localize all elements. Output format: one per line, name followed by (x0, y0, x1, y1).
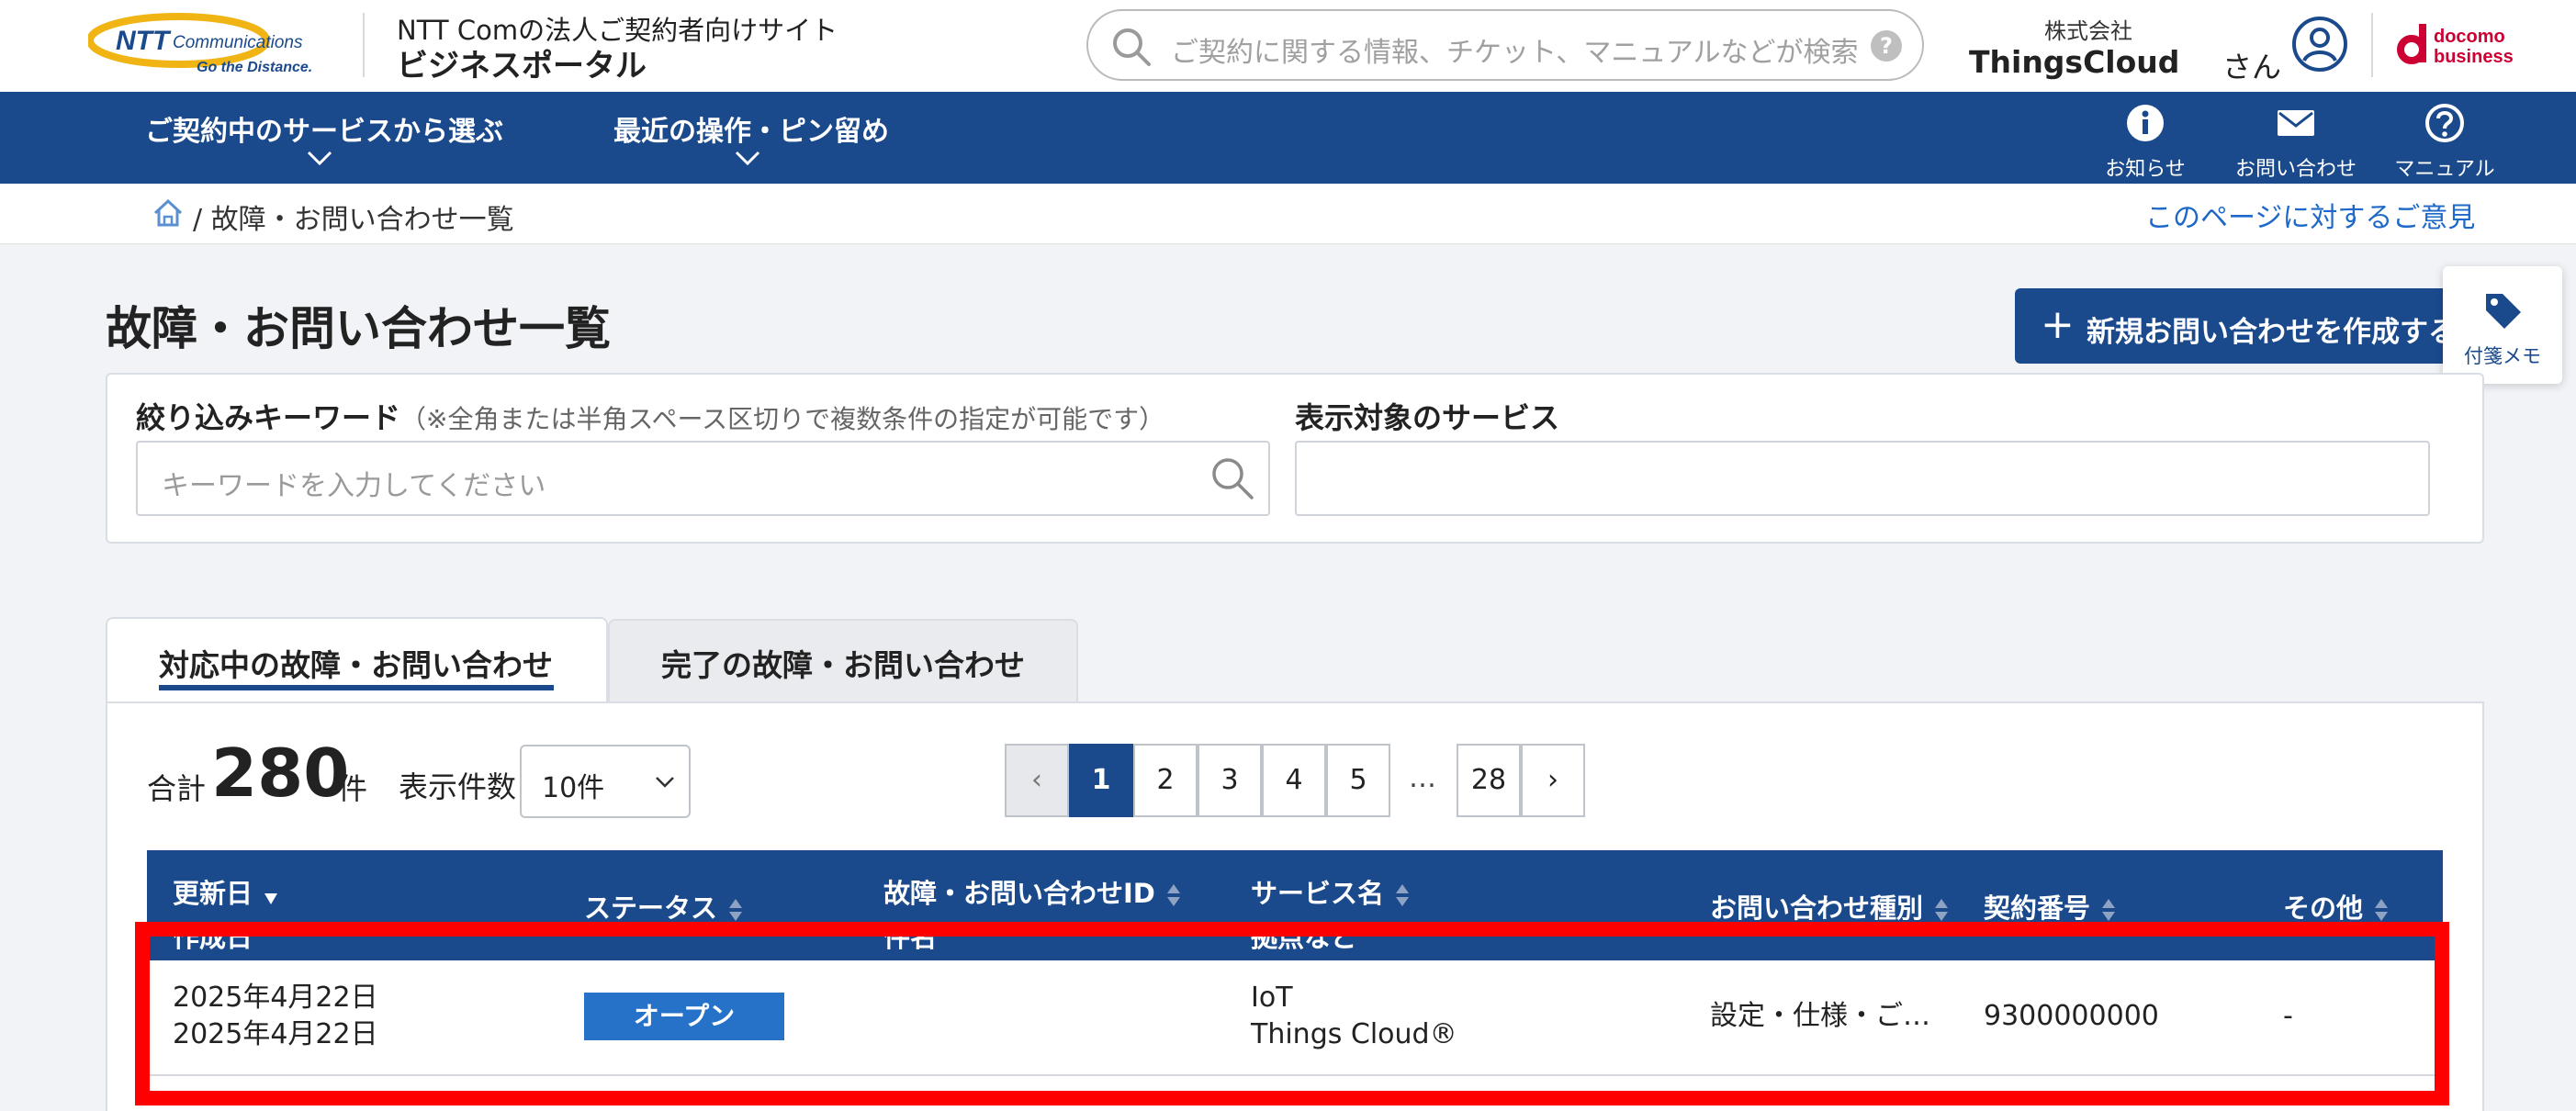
sort-icon[interactable] (2101, 897, 2116, 923)
total-count: 280 (211, 735, 350, 812)
column-header-location: 拠点など (1251, 922, 1358, 953)
search-icon[interactable] (1208, 454, 1257, 503)
nav-recent-pinned[interactable]: 最近の操作・ピン留め (613, 108, 889, 149)
sort-icon[interactable] (2374, 897, 2389, 923)
nav-contact[interactable]: お問い合わせ (2232, 103, 2360, 182)
column-header-contract-number[interactable]: 契約番号 (1984, 887, 2116, 926)
help-icon (2425, 104, 2464, 142)
sort-icon[interactable] (728, 897, 743, 923)
sticky-memo-button[interactable]: 付箋メモ (2443, 266, 2562, 384)
column-header-status[interactable]: ステータス (584, 887, 743, 926)
company-name: ThingsCloud (1969, 44, 2180, 80)
sort-desc-icon[interactable] (264, 882, 278, 908)
sort-icon[interactable] (1166, 882, 1181, 908)
pagination-prev-button[interactable]: ‹ (1005, 744, 1069, 817)
column-header-service[interactable]: サービス名 拠点など (1251, 872, 1410, 955)
keyword-filter-label: 絞り込みキーワード（※全角または半角スペース区切りで複数条件の指定が可能です） (136, 400, 1165, 435)
tab-open-inquiries[interactable]: 対応中の故障・お問い合わせ (106, 617, 608, 703)
company-type: 株式会社 (2044, 18, 2132, 44)
home-icon[interactable] (152, 196, 185, 230)
service-select[interactable] (1295, 441, 2430, 516)
breadcrumb-current: / 故障・お問い合わせ一覧 (193, 196, 514, 237)
nav-manual-label: マニュアル (2394, 158, 2495, 181)
chevron-down-icon[interactable] (735, 149, 760, 167)
keyword-input[interactable]: キーワードを入力してください (136, 441, 1270, 516)
chevron-down-icon[interactable] (307, 149, 332, 167)
nav-manual[interactable]: マニュアル (2380, 103, 2509, 182)
search-placeholder: ご契約に関する情報、チケット、マニュアルなどが検索 (1171, 37, 1859, 69)
header-divider (2371, 13, 2373, 77)
logo-divider (363, 13, 365, 77)
column-header-subject: 件名 (883, 922, 938, 953)
sort-icon[interactable] (1395, 882, 1410, 908)
row-created-date: 2025年4月22日 (173, 1018, 378, 1050)
pagination-page-1[interactable]: 1 (1069, 744, 1133, 817)
page-title: 故障・お問い合わせ一覧 (106, 302, 611, 355)
column-header-other[interactable]: その他 (2283, 887, 2389, 926)
row-service-product: Things Cloud® (1251, 1018, 1457, 1050)
global-search-input[interactable]: ご契約に関する情報、チケット、マニュアルなどが検索 ? (1086, 9, 1924, 81)
sort-icon[interactable] (1934, 897, 1949, 923)
page-feedback-link[interactable]: このページに対するご意見 (2145, 195, 2475, 235)
tag-icon (2486, 294, 2521, 329)
svg-text:docomo: docomo (2434, 27, 2505, 47)
row-inquiry-type: 設定・仕様・ご… (1710, 1000, 1930, 1032)
mail-icon (2278, 110, 2314, 136)
svg-text:NTT: NTT (116, 26, 172, 56)
pagination-page-3[interactable]: 3 (1198, 744, 1262, 817)
per-page-label: 表示件数 (399, 769, 517, 804)
ntt-communications-logo[interactable]: NTT Communications Go the Distance. (88, 13, 336, 81)
chevron-down-icon (656, 777, 674, 788)
svg-text:business: business (2434, 47, 2514, 67)
info-icon (2127, 105, 2164, 141)
breadcrumb-current-label: 故障・お問い合わせ一覧 (210, 204, 514, 236)
breadcrumb-separator: / (193, 204, 203, 236)
active-tab-underline (159, 685, 554, 690)
row-service-name: IoT (1251, 982, 1293, 1014)
total-label: 合計 (147, 771, 207, 806)
tab-closed-label: 完了の故障・お問い合わせ (661, 647, 1025, 683)
per-page-select[interactable]: 10件 (520, 745, 691, 818)
row-other: - (2283, 1000, 2293, 1032)
site-title[interactable]: ビジネスポータル (397, 40, 647, 85)
pagination-page-5[interactable]: 5 (1326, 744, 1390, 817)
row-contract-number: 9300000000 (1984, 1000, 2159, 1032)
table-row-next[interactable] (147, 1078, 2443, 1111)
column-header-inquiry-type[interactable]: お問い合わせ種別 (1710, 887, 1949, 926)
svg-text:Go the Distance.: Go the Distance. (197, 60, 312, 75)
plus-icon: + (2041, 301, 2075, 348)
total-unit: 件 (338, 771, 368, 806)
nav-notifications-label: お知らせ (2105, 158, 2186, 181)
honorific: さん (2222, 50, 2282, 84)
search-help-icon[interactable]: ? (1871, 30, 1902, 62)
pagination-page-last[interactable]: 28 (1457, 744, 1521, 817)
pagination-next-button[interactable]: › (1521, 744, 1585, 817)
per-page-value: 10件 (542, 772, 605, 804)
svg-text:Communications: Communications (173, 33, 303, 52)
nav-contracted-services[interactable]: ご契約中のサービスから選ぶ (145, 108, 503, 149)
column-header-created: 作成日 (173, 922, 253, 953)
search-icon (1113, 28, 1151, 66)
service-filter-label: 表示対象のサービス (1295, 400, 1560, 435)
docomo-business-logo[interactable]: docomo business (2395, 17, 2533, 72)
keyword-placeholder: キーワードを入力してください (162, 470, 546, 502)
status-badge: オープン (584, 993, 784, 1040)
sticky-memo-label: 付箋メモ (2464, 345, 2541, 367)
nav-notifications[interactable]: お知らせ (2081, 103, 2210, 182)
row-updated-date: 2025年4月22日 (173, 982, 378, 1014)
pagination-page-2[interactable]: 2 (1133, 744, 1198, 817)
tab-closed-inquiries[interactable]: 完了の故障・お問い合わせ (608, 619, 1078, 703)
nav-contact-label: お問い合わせ (2234, 158, 2357, 181)
new-inquiry-button[interactable]: + 新規お問い合わせを作成する (2015, 288, 2478, 364)
pagination-page-4[interactable]: 4 (1262, 744, 1326, 817)
pagination-ellipsis: … (1409, 762, 1436, 794)
column-header-updated[interactable]: 更新日 作成日 (173, 872, 278, 955)
keyword-filter-hint: （※全角または半角スペース区切りで複数条件の指定が可能です） (400, 404, 1165, 434)
user-account-icon[interactable] (2290, 15, 2349, 73)
tab-open-label: 対応中の故障・お問い合わせ (159, 647, 553, 683)
new-inquiry-label: 新規お問い合わせを作成する (2087, 316, 2457, 349)
column-header-inquiry-id[interactable]: 故障・お問い合わせID 件名 (883, 872, 1181, 955)
